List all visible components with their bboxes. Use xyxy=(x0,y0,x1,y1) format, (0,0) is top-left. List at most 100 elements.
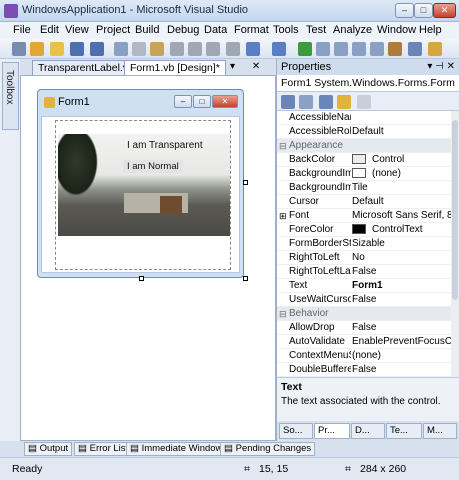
toolbox-icon[interactable] xyxy=(428,42,442,56)
undo-icon[interactable] xyxy=(246,42,260,56)
new-project-icon[interactable] xyxy=(12,42,26,56)
redo-icon[interactable] xyxy=(272,42,286,56)
tab-solution-explorer[interactable]: So... xyxy=(279,423,313,439)
start-debugging-icon[interactable] xyxy=(298,42,312,56)
menu-tools[interactable]: Tools xyxy=(273,24,299,36)
properties-view-icon[interactable] xyxy=(319,95,333,109)
paste-icon[interactable] xyxy=(150,42,164,56)
events-icon[interactable] xyxy=(337,95,351,109)
property-row[interactable]: AccessibleNam xyxy=(277,111,451,125)
minimize-button[interactable]: – xyxy=(395,3,414,18)
status-bar: Ready ⌗ 15, 15 ⌗ 284 x 260 xyxy=(0,457,459,480)
position-icon: ⌗ xyxy=(244,463,250,475)
color-swatch xyxy=(352,154,366,165)
property-pages-icon[interactable] xyxy=(357,95,371,109)
label-transparent[interactable]: I am Transparent xyxy=(127,140,203,151)
step-into-icon[interactable] xyxy=(352,42,366,56)
collapse-icon[interactable]: ⊟ xyxy=(279,139,287,153)
property-row[interactable]: AutoValidate EnablePreventFocusCh xyxy=(277,335,451,349)
menu-file[interactable]: File xyxy=(13,24,31,36)
property-row[interactable]: ContextMenuSt(none) xyxy=(277,349,451,363)
property-row[interactable]: ForeColor ControlText xyxy=(277,223,451,237)
properties-window-controls[interactable]: ▾ ⊣ ✕ xyxy=(427,61,455,72)
property-row[interactable]: RightToLeftLay False xyxy=(277,265,451,279)
menu-window[interactable]: Window xyxy=(377,24,416,36)
tab-properties[interactable]: Pr... xyxy=(314,423,350,439)
resize-handle-right[interactable] xyxy=(243,180,248,185)
copy-icon[interactable] xyxy=(132,42,146,56)
step-over-icon[interactable] xyxy=(370,42,384,56)
tab-dropdown-icon[interactable]: ▾ xyxy=(230,61,235,72)
alphabetical-icon[interactable] xyxy=(299,95,313,109)
gate-image xyxy=(160,196,182,214)
categorized-icon[interactable] xyxy=(281,95,295,109)
tab-more[interactable]: M... xyxy=(423,423,457,439)
stop-icon[interactable] xyxy=(334,42,348,56)
menu-analyze[interactable]: Analyze xyxy=(333,24,372,36)
resize-handle-corner[interactable] xyxy=(243,276,248,281)
property-row[interactable]: BackColor Control xyxy=(277,153,451,167)
menu-format[interactable]: Format xyxy=(234,24,269,36)
form-minimize-button[interactable]: – xyxy=(174,95,192,108)
property-row-text[interactable]: Text Form1 xyxy=(277,279,451,293)
menu-bar: File Edit View Project Build Debug Data … xyxy=(0,22,459,39)
property-row[interactable]: UseWaitCursor False xyxy=(277,293,451,307)
menu-build[interactable]: Build xyxy=(135,24,159,36)
properties-icon[interactable] xyxy=(408,42,422,56)
tab-team-explorer[interactable]: Te... xyxy=(386,423,422,439)
label-normal[interactable]: I am Normal xyxy=(123,160,183,173)
property-row[interactable]: AllowDrop False xyxy=(277,321,451,335)
scrollbar-thumb[interactable] xyxy=(452,120,458,300)
menu-debug[interactable]: Debug xyxy=(167,24,199,36)
close-button[interactable]: ✕ xyxy=(433,3,456,18)
menu-help[interactable]: Help xyxy=(419,24,442,36)
menu-view[interactable]: View xyxy=(65,24,89,36)
category-row[interactable]: ⊟ Appearance xyxy=(277,139,451,153)
expand-icon[interactable]: ⊞ xyxy=(279,209,287,223)
property-row[interactable]: FormBorderSty Sizable xyxy=(277,237,451,251)
save-icon[interactable] xyxy=(70,42,84,56)
property-row[interactable]: ⊞ Font Microsoft Sans Serif, 8. xyxy=(277,209,451,223)
category-row[interactable]: ⊟ Behavior xyxy=(277,307,451,321)
pause-icon[interactable] xyxy=(316,42,330,56)
tab-error-list[interactable]: ▤ Error List xyxy=(74,442,133,456)
property-row[interactable]: DoubleBuffere False xyxy=(277,363,451,377)
solution-explorer-icon[interactable] xyxy=(388,42,402,56)
toolbox-label: Toolbox xyxy=(4,70,15,105)
save-all-icon[interactable] xyxy=(90,42,104,56)
cut-icon[interactable] xyxy=(114,42,128,56)
output-icon: ▤ xyxy=(28,443,40,454)
property-row[interactable]: Cursor Default xyxy=(277,195,451,209)
properties-title: Properties xyxy=(281,61,332,73)
tree-image xyxy=(58,134,98,196)
menu-test[interactable]: Test xyxy=(306,24,326,36)
maximize-button[interactable]: □ xyxy=(414,3,433,18)
error-list-icon: ▤ xyxy=(78,443,90,454)
outline-icon[interactable] xyxy=(206,42,220,56)
open-icon[interactable] xyxy=(50,42,64,56)
object-selector[interactable]: Form1 System.Windows.Forms.Form xyxy=(277,75,459,92)
menu-project[interactable]: Project xyxy=(96,24,130,36)
add-item-icon[interactable] xyxy=(30,42,44,56)
tab-form1-design[interactable]: Form1.vb [Design]* xyxy=(124,60,226,75)
property-row[interactable]: BackgroundIma(none) xyxy=(277,167,451,181)
collapse-icon[interactable]: ⊟ xyxy=(279,307,287,321)
tab-immediate-window[interactable]: ▤ Immediate Window xyxy=(126,442,227,456)
immediate-window-icon: ▤ xyxy=(130,443,142,454)
property-row[interactable]: BackgroundImaTile xyxy=(277,181,451,195)
tab-close-icon[interactable]: ✕ xyxy=(252,61,260,72)
property-row[interactable]: AccessibleRole Default xyxy=(277,125,451,139)
uncomment-icon[interactable] xyxy=(188,42,202,56)
property-row[interactable]: RightToLeft No xyxy=(277,251,451,265)
tab-output[interactable]: ▤ Output xyxy=(24,442,73,456)
menu-edit[interactable]: Edit xyxy=(40,24,59,36)
form-close-button[interactable]: ✕ xyxy=(212,95,238,108)
size-icon: ⌗ xyxy=(345,463,351,475)
tab-pending-changes[interactable]: ▤ Pending Changes xyxy=(220,442,316,456)
form-maximize-button[interactable]: □ xyxy=(193,95,211,108)
tab-data-sources[interactable]: D... xyxy=(351,423,385,439)
resize-handle-bottom[interactable] xyxy=(139,276,144,281)
bookmark-icon[interactable] xyxy=(226,42,240,56)
comment-icon[interactable] xyxy=(170,42,184,56)
menu-data[interactable]: Data xyxy=(204,24,227,36)
